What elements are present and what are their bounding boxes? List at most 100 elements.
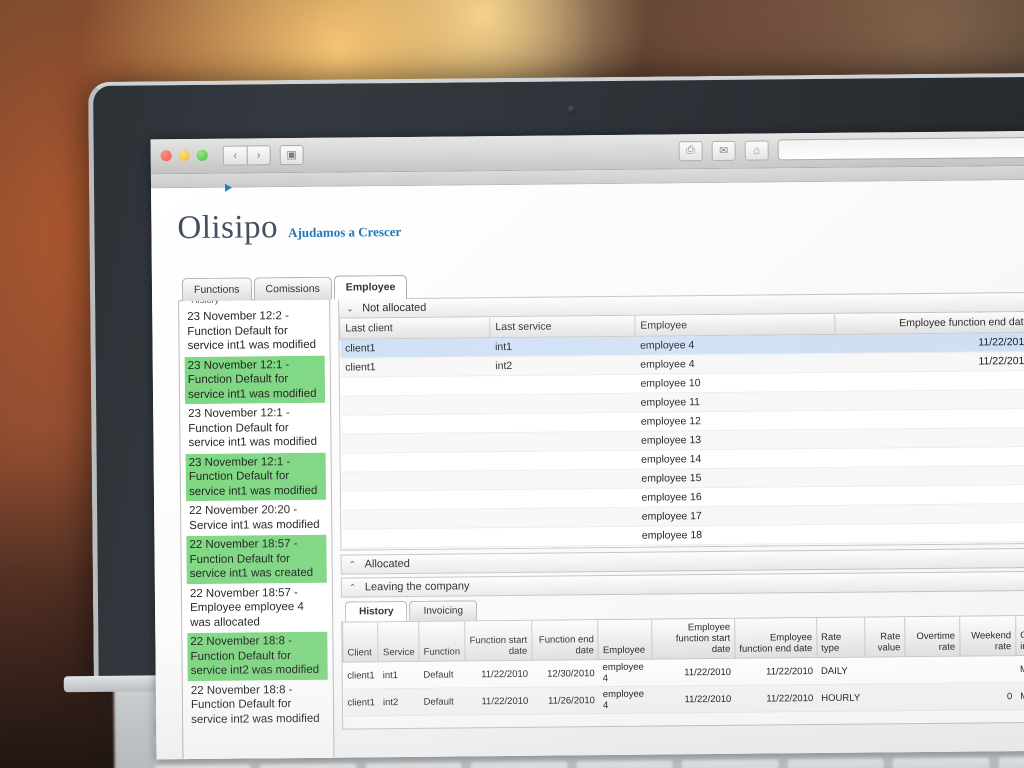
- table-cell: [490, 431, 637, 452]
- print-icon[interactable]: ⎙: [678, 140, 703, 161]
- table-cell: DAILY: [816, 657, 866, 685]
- logo-arrow-icon: [224, 183, 233, 192]
- column-header[interactable]: Function start date: [464, 620, 532, 661]
- history-item[interactable]: 22 November 20:20 - Service int1 was mod…: [186, 501, 326, 535]
- forward-icon[interactable]: ›: [246, 144, 271, 165]
- section-allocated-label: Allocated: [364, 557, 410, 571]
- table-cell: client1: [339, 337, 491, 359]
- address-bar[interactable]: ⟳: [777, 135, 1024, 161]
- sidebar-icon[interactable]: ▣: [279, 144, 304, 165]
- close-window-button[interactable]: [160, 150, 172, 162]
- table-cell: employee 17: [636, 505, 837, 527]
- table-cell: 11/22/2010: [652, 685, 736, 714]
- table-cell: [491, 469, 637, 490]
- table-cell: [959, 655, 1017, 684]
- table-cell: 0: [959, 682, 1017, 711]
- tab-employee[interactable]: Employee: [333, 274, 408, 300]
- column-header[interactable]: Overtime rate: [904, 616, 960, 657]
- subtab-history[interactable]: History: [344, 600, 408, 622]
- table-cell: [905, 683, 961, 711]
- table-cell: [490, 374, 636, 395]
- table-cell: [835, 370, 1024, 392]
- table-cell: [836, 484, 1024, 506]
- table-cell: client1: [343, 661, 379, 690]
- table-cell: 11/22/2010: [464, 687, 533, 715]
- table-cell: [836, 522, 1024, 544]
- history-list[interactable]: 23 November 12:2 - Function Default for …: [184, 307, 328, 729]
- table-cell: [341, 527, 492, 549]
- history-item[interactable]: 22 November 18:8 - Function Default for …: [187, 631, 328, 681]
- table-cell: [341, 508, 492, 530]
- brand-tagline: Ajudamos a Crescer: [288, 224, 402, 241]
- history-item[interactable]: 23 November 12:1 - Function Default for …: [185, 404, 325, 453]
- column-header[interactable]: Function: [418, 621, 465, 662]
- table-cell: [491, 488, 637, 509]
- column-header[interactable]: Employee function end date: [834, 311, 1024, 335]
- section-allocated[interactable]: ⌃ Allocated: [340, 546, 1024, 575]
- column-header[interactable]: Employee function end date: [734, 618, 817, 659]
- table-cell: Default: [419, 660, 465, 689]
- history-item[interactable]: 22 November 18:57 - Function Default for…: [186, 534, 327, 584]
- history-panel: History 23 November 12:2 - Function Defa…: [178, 298, 335, 760]
- window-controls[interactable]: [160, 149, 208, 162]
- table-cell: 11/22/2010: [464, 660, 533, 688]
- history-item[interactable]: 23 November 12:1 - Function Default for …: [184, 355, 326, 405]
- table-header-row: Client Service Function Function start date…: [342, 615, 1024, 663]
- table-cell: Default: [419, 687, 466, 716]
- section-leaving-company[interactable]: ⌃ Leaving the company: [340, 569, 1024, 598]
- minimize-window-button[interactable]: [178, 150, 190, 162]
- table-cell: [835, 427, 1024, 449]
- column-header[interactable]: Last service: [489, 315, 635, 338]
- table-cell: [836, 465, 1024, 487]
- column-header[interactable]: On-call invoicing type: [1015, 615, 1024, 656]
- history-item[interactable]: 22 November 18:8 - Function Default for …: [188, 680, 328, 729]
- table-cell: int2: [378, 688, 420, 716]
- history-item[interactable]: 22 November 18:57 - Employee employee 4 …: [187, 583, 327, 632]
- column-header[interactable]: Employee: [598, 619, 652, 660]
- column-header[interactable]: Weekend rate: [959, 616, 1016, 657]
- chevron-down-icon: ⌄: [346, 302, 354, 314]
- brand-name: Olisipo: [177, 209, 279, 247]
- column-header[interactable]: Rate type: [816, 617, 865, 658]
- history-item[interactable]: 23 November 12:2 - Function Default for …: [184, 307, 324, 356]
- table-cell: [490, 412, 636, 433]
- tab-functions[interactable]: Functions: [181, 277, 252, 302]
- not-allocated-table-wrapper[interactable]: Last client Last service Employee Employee …: [338, 310, 1024, 551]
- table-cell: employee 4: [635, 353, 836, 375]
- zoom-window-button[interactable]: [196, 149, 208, 161]
- detail-table: Client Service Function Function start date…: [342, 614, 1024, 717]
- column-header[interactable]: Function end date: [531, 620, 599, 661]
- column-header[interactable]: Service: [378, 621, 420, 662]
- table-cell: [491, 450, 637, 471]
- navigation-buttons[interactable]: ‹ ›: [222, 144, 271, 166]
- table-cell: 11/22/2010: [735, 684, 818, 713]
- table-cell: employee 13: [635, 429, 837, 451]
- table-cell: [905, 656, 960, 684]
- table-cell: 11/22/2010: [734, 657, 818, 686]
- subtab-invoicing[interactable]: Invoicing: [409, 600, 478, 621]
- table-cell: int2: [490, 355, 636, 376]
- chevron-up-icon: ⌃: [348, 558, 357, 570]
- column-header[interactable]: Employee: [634, 313, 835, 337]
- back-icon[interactable]: ‹: [222, 144, 247, 166]
- table-cell: MONTHLY: [1016, 681, 1024, 710]
- table-cell: 11/22/2010: [835, 351, 1024, 373]
- tab-comissions[interactable]: Comissions: [253, 276, 332, 301]
- web-page: Olisipo Ajudamos a Crescer Functions Comi…: [151, 178, 1024, 760]
- table-cell: employee 4: [634, 334, 836, 356]
- table-cell: 11/22/2010: [651, 658, 736, 687]
- column-header[interactable]: Client: [342, 622, 379, 663]
- history-item[interactable]: 23 November 12:1 - Function Default for …: [185, 452, 327, 502]
- table-cell: int1: [489, 336, 636, 357]
- column-header[interactable]: Last client: [339, 317, 490, 340]
- detail-table-wrapper[interactable]: Client Service Function Function start date…: [341, 613, 1024, 730]
- mail-icon[interactable]: ✉: [711, 140, 736, 161]
- table-cell: [491, 526, 637, 547]
- laptop-device: ‹ › ▣ ⎙ ✉ ⌂ ⟳ Olisipo Ajudamos a Crescer…: [63, 72, 1024, 768]
- column-header[interactable]: Rate value: [864, 617, 906, 658]
- column-header[interactable]: Employee function start date: [651, 618, 735, 660]
- home-icon[interactable]: ⌂: [744, 139, 769, 161]
- chevron-up-icon: ⌃: [348, 581, 357, 593]
- table-cell: employee 14: [636, 448, 837, 470]
- table-cell: employee 4: [598, 659, 653, 687]
